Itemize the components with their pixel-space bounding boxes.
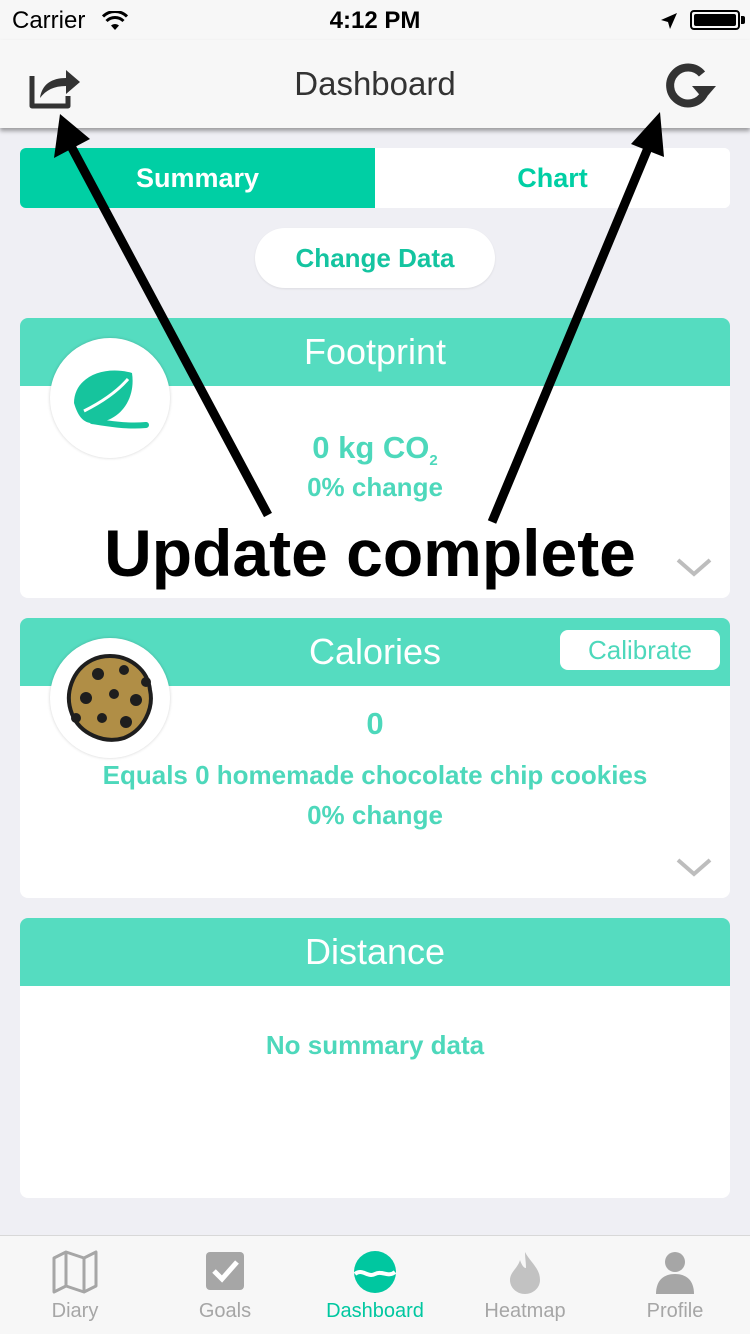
footprint-subscript: 2: [429, 452, 438, 470]
calories-equals: Equals 0 homemade chocolate chip cookies: [102, 760, 648, 790]
dashboard-icon: [353, 1251, 397, 1293]
tab-label: Dashboard: [326, 1300, 424, 1322]
tab-label: Heatmap: [484, 1300, 566, 1322]
distance-card: Distance No summary data: [20, 918, 730, 1198]
tab-summary[interactable]: Summary: [20, 148, 375, 208]
summary-chart-toggle: Summary Chart: [20, 148, 730, 208]
tab-label: Diary: [51, 1300, 99, 1322]
footprint-value: 0 kg CO: [312, 430, 430, 465]
calories-change: 0% change: [307, 800, 443, 830]
map-icon: [52, 1250, 98, 1294]
tab-label: Profile: [646, 1300, 704, 1322]
footprint-value-row: 0 kg CO2: [20, 430, 730, 469]
distance-empty: No summary data: [265, 1030, 485, 1060]
tab-heatmap[interactable]: Heatmap: [450, 1236, 600, 1334]
status-bar: Carrier 4:12 PM: [0, 0, 750, 40]
calories-card: Calories Calibrate 0 Equals 0 homemade c…: [20, 618, 730, 898]
refresh-icon[interactable]: [658, 60, 720, 112]
tab-bar: Diary Goals Dashboard Heatmap Profile: [0, 1235, 750, 1334]
footprint-change: 0% change: [307, 472, 443, 502]
status-time: 4:12 PM: [329, 7, 421, 34]
tab-profile[interactable]: Profile: [600, 1236, 750, 1334]
person-icon: [656, 1252, 694, 1294]
chevron-down-icon[interactable]: [674, 856, 714, 880]
battery-icon: [690, 10, 740, 30]
tab-chart[interactable]: Chart: [375, 148, 730, 208]
flame-icon: [510, 1252, 540, 1294]
location-icon: [661, 13, 677, 29]
page-title: Dashboard: [294, 65, 456, 102]
tab-diary[interactable]: Diary: [0, 1236, 150, 1334]
calories-value: 0: [366, 706, 384, 741]
checkbox-icon: [206, 1252, 244, 1290]
tab-dashboard[interactable]: Dashboard: [300, 1236, 450, 1334]
tab-label: Goals: [198, 1300, 252, 1322]
update-complete-label: Update complete: [104, 516, 636, 590]
tab-goals[interactable]: Goals: [150, 1236, 300, 1334]
change-data-button[interactable]: Change Data: [255, 228, 495, 288]
nav-bar: Dashboard: [0, 40, 750, 128]
calibrate-button[interactable]: Calibrate: [560, 630, 720, 670]
battery-tip: [741, 16, 745, 24]
distance-title: Distance: [20, 918, 730, 986]
